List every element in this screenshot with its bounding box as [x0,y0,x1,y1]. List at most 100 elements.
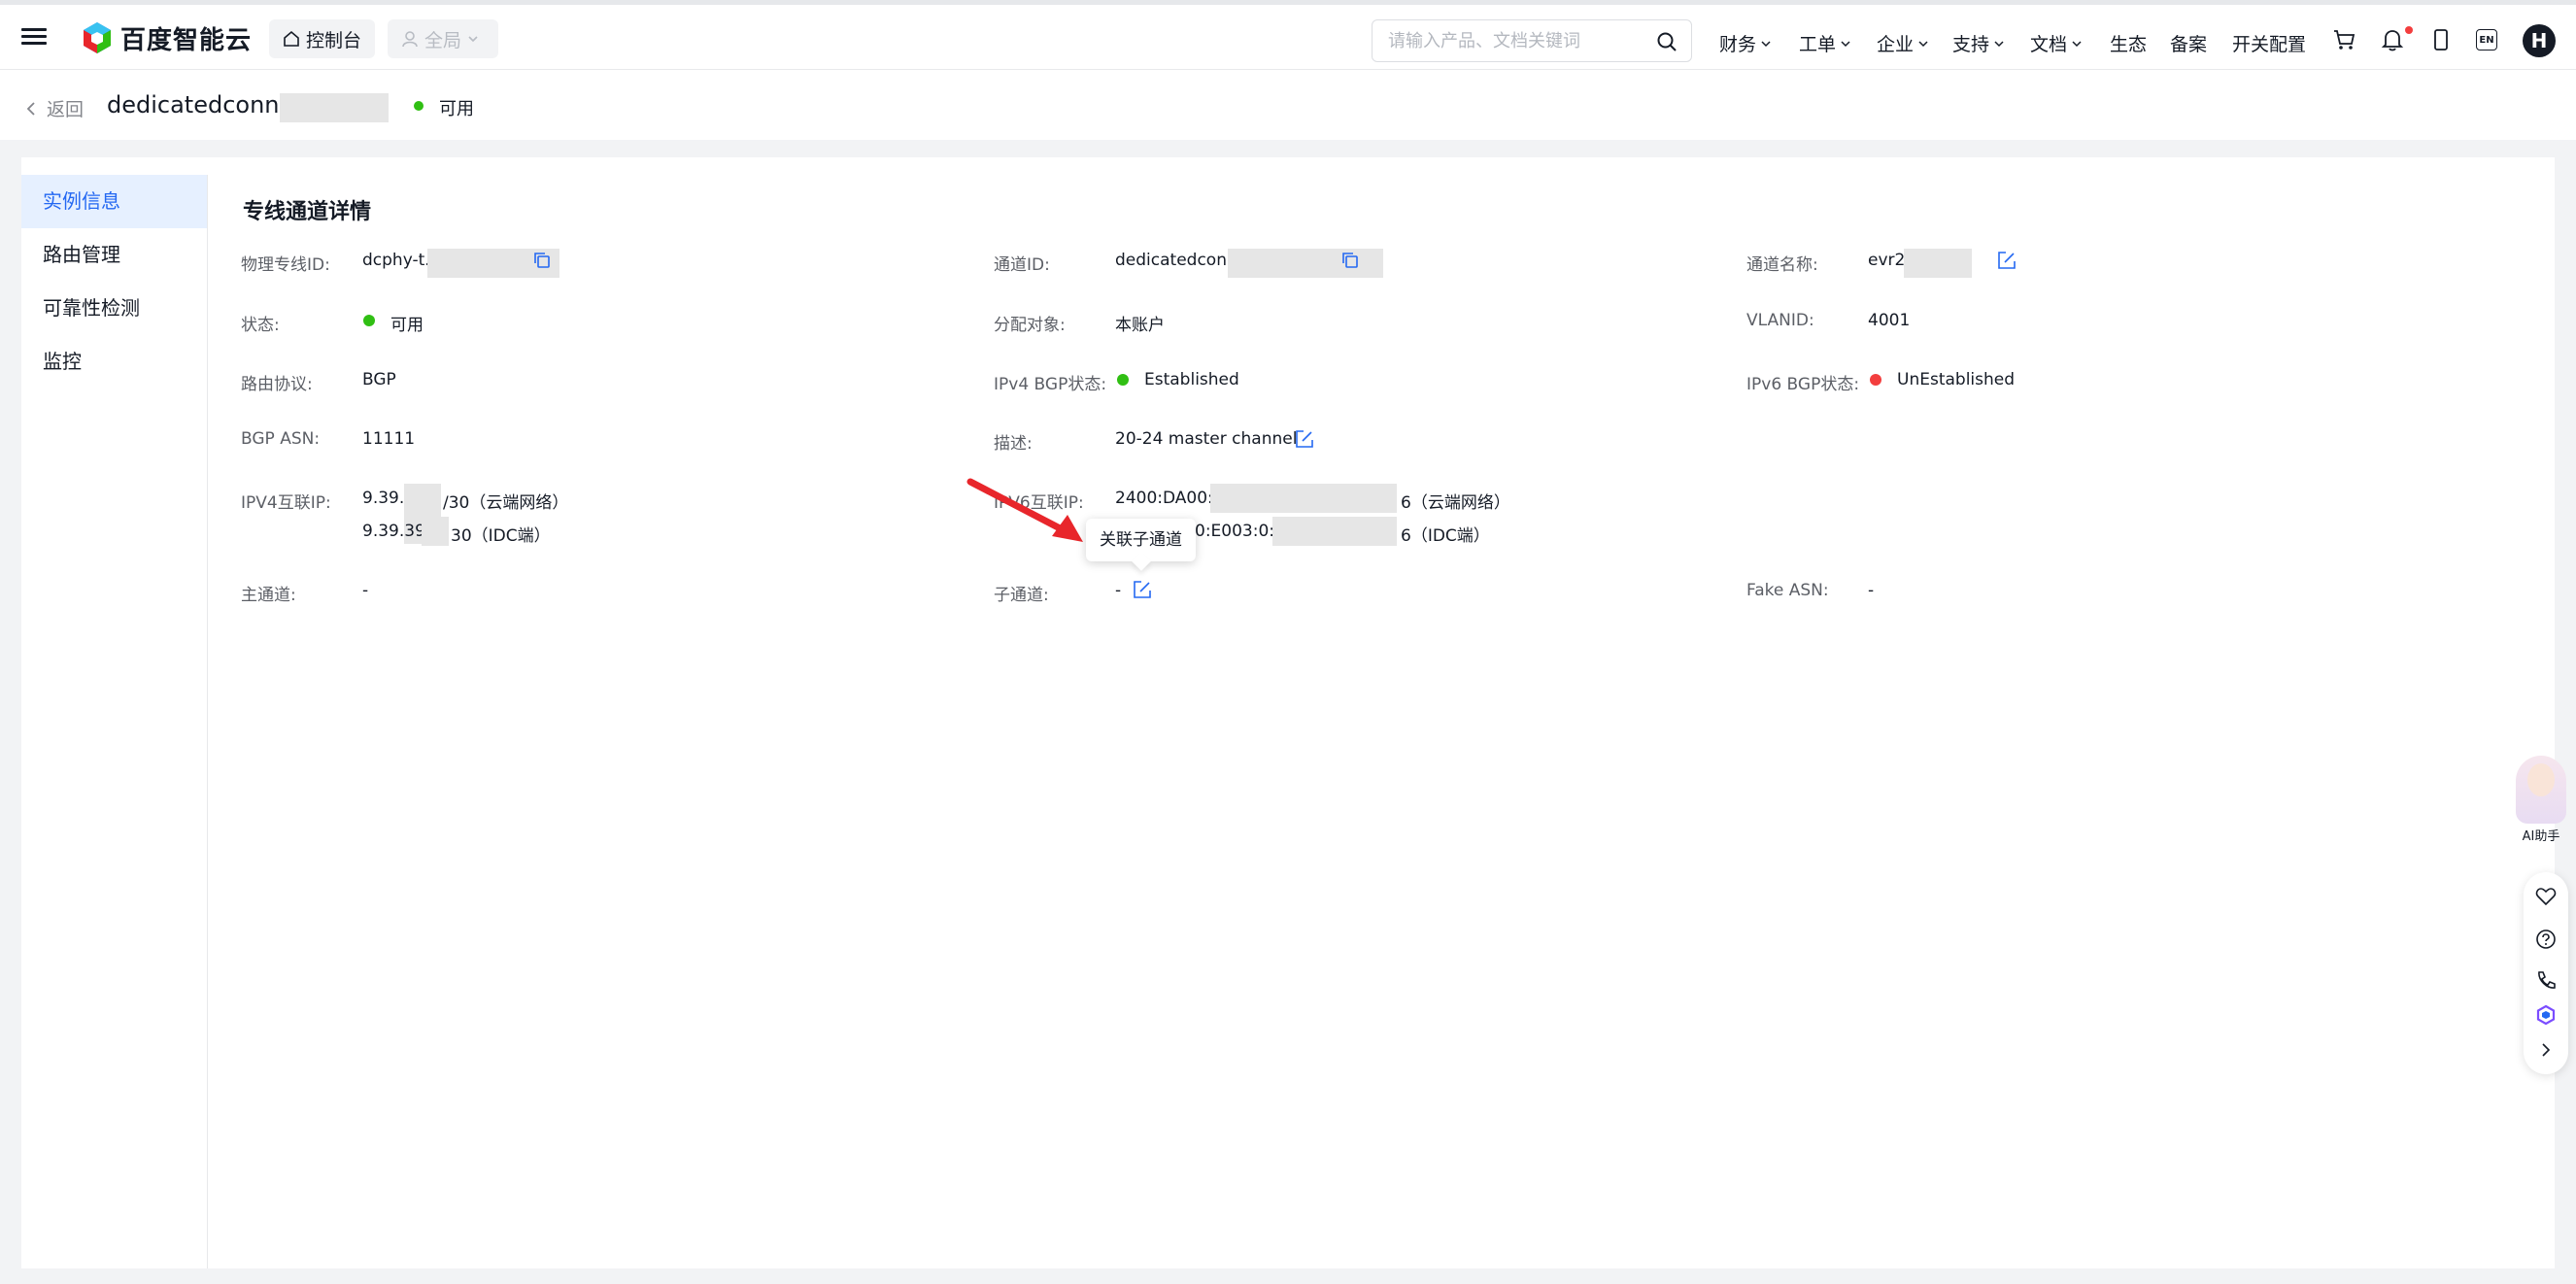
phone-icon[interactable] [2535,969,2557,991]
nav-label: 文档 [2030,34,2068,55]
status-dot [363,315,375,326]
nav-label: 企业 [1877,34,1915,55]
status-label: 状态: [241,316,280,335]
chevron-down-icon [1994,40,2004,47]
sidebar-item-reliability-check[interactable]: 可靠性检测 [21,282,207,335]
ai-assistant-avatar [2516,756,2566,824]
search-input[interactable] [1388,20,1650,61]
ipv4-idc-suffix: 30（IDC端） [451,526,551,546]
chevron-down-icon [1841,40,1850,47]
chevron-down-icon [1918,40,1928,47]
copy-icon[interactable] [1340,251,1360,270]
nav-ecosystem[interactable]: 生态 [2110,30,2147,56]
main-channel-label: 主通道: [241,586,296,605]
ipv4-cloud-suffix: /30（云端网络） [443,493,569,513]
status-dot [414,101,424,111]
header-status: 可用 [439,99,474,119]
main-channel-value: - [362,581,369,600]
nav-finance[interactable]: 财务 [1719,30,1772,56]
sidebar-item-monitoring[interactable]: 监控 [21,335,207,389]
language-en-icon[interactable]: EN [2476,29,2497,51]
region-label: 全局 [424,29,462,51]
ipv6-idc-suffix: 6（IDC端） [1401,526,1490,546]
help-icon[interactable] [2535,929,2557,950]
status-value: 可用 [390,316,424,335]
ai-assistant-label: AI助手 [2522,829,2560,844]
channel-id-label: 通道ID: [994,255,1050,275]
section-title: 专线通道详情 [243,200,372,224]
sidebar-item-route-management[interactable]: 路由管理 [21,228,207,282]
top-navigation-bar: 百度智能云 控制台 全局 财务 工单 企业 支持 文档 生态 备案 开关配置 E… [0,0,2576,70]
nav-support[interactable]: 支持 [1952,30,2005,56]
nav-label: 开关配置 [2232,34,2307,55]
bgp-asn-label: BGP ASN: [241,429,321,449]
nav-label: 工单 [1799,34,1837,55]
cart-icon[interactable] [2331,27,2356,52]
nav-enterprise[interactable]: 企业 [1877,30,1929,56]
fake-asn-value: - [1868,581,1875,600]
ipv4-bgp-status-label: IPv4 BGP状态: [994,375,1107,394]
edit-icon[interactable] [1294,428,1315,450]
chevron-left-icon [26,101,35,116]
chevron-down-icon [1761,40,1771,47]
search-icon[interactable] [1656,31,1678,52]
ai-assistant-button[interactable]: AI助手 [2512,756,2570,844]
nav-docs[interactable]: 文档 [2030,30,2083,56]
edit-sub-channel-icon[interactable] [1132,579,1153,600]
favorite-icon[interactable] [2535,886,2557,907]
copy-icon[interactable] [532,251,552,270]
bgp-asn-value: 11111 [362,429,416,449]
chevron-down-icon [468,36,478,43]
sidebar: 实例信息 路由管理 可靠性检测 监控 [21,175,208,1268]
redaction-mask [1904,249,1972,278]
mobile-icon[interactable] [2428,27,2454,52]
ipv4-idc-ip: 9.39.39 [362,522,425,541]
baidu-cloud-logo-icon [84,22,111,53]
fake-asn-label: Fake ASN: [1746,581,1829,600]
edit-channel-name-icon[interactable] [1996,250,2017,271]
route-protocol-label: 路由协议: [241,375,313,394]
console-button[interactable]: 控制台 [269,19,376,58]
redaction-mask [280,93,389,122]
nav-ticket[interactable]: 工单 [1799,30,1851,56]
region-user-icon [402,31,418,48]
hamburger-menu-icon[interactable] [21,24,47,50]
route-protocol-value: BGP [362,370,396,389]
bell-icon[interactable] [2380,27,2405,52]
nav-label: 备案 [2170,34,2208,55]
back-label: 返回 [47,99,85,120]
assigned-to-label: 分配对象: [994,316,1066,335]
sub-channel-value: - [1115,581,1122,600]
logo-text: 百度智能云 [120,25,253,55]
nav-label: 生态 [2110,34,2148,55]
collapse-chevron-icon[interactable] [2535,1039,2557,1061]
floating-toolbar [2524,872,2568,1074]
avatar[interactable]: H [2523,24,2556,57]
home-icon [284,30,299,47]
back-button[interactable]: 返回 [25,95,84,121]
console-label: 控制台 [306,29,362,51]
channel-id-value: dedicatedcon... [1115,251,1243,270]
language-en-label: EN [2479,34,2494,46]
description-value: 20-24 master channel [1115,429,1298,449]
global-search [1372,19,1692,62]
ai-cube-icon[interactable] [2535,1004,2557,1026]
physical-id-label: 物理专线ID: [241,255,330,275]
sub-channel-label: 子通道: [994,586,1049,605]
nav-switch-config[interactable]: 开关配置 [2232,30,2306,56]
nav-filing[interactable]: 备案 [2170,30,2207,56]
vlan-id-label: VLANID: [1746,311,1814,330]
bgp-status-dot [1117,374,1129,386]
notification-dot [2405,26,2413,34]
ipv4-bgp-status-value: Established [1144,370,1239,389]
ipv6-idc-ip: 0:E003:0:1 [1195,522,1285,541]
description-label: 描述: [994,434,1033,454]
redaction-mask [1228,249,1383,278]
nav-label: 财务 [1719,34,1757,55]
nav-label: 支持 [1952,34,1990,55]
region-selector[interactable]: 全局 [388,19,499,58]
sidebar-item-instance-info[interactable]: 实例信息 [21,175,207,228]
logo[interactable]: 百度智能云 [82,21,253,55]
annotation-arrow-icon [966,478,1083,542]
ipv6-bgp-status-value: UnEstablished [1897,370,2016,389]
